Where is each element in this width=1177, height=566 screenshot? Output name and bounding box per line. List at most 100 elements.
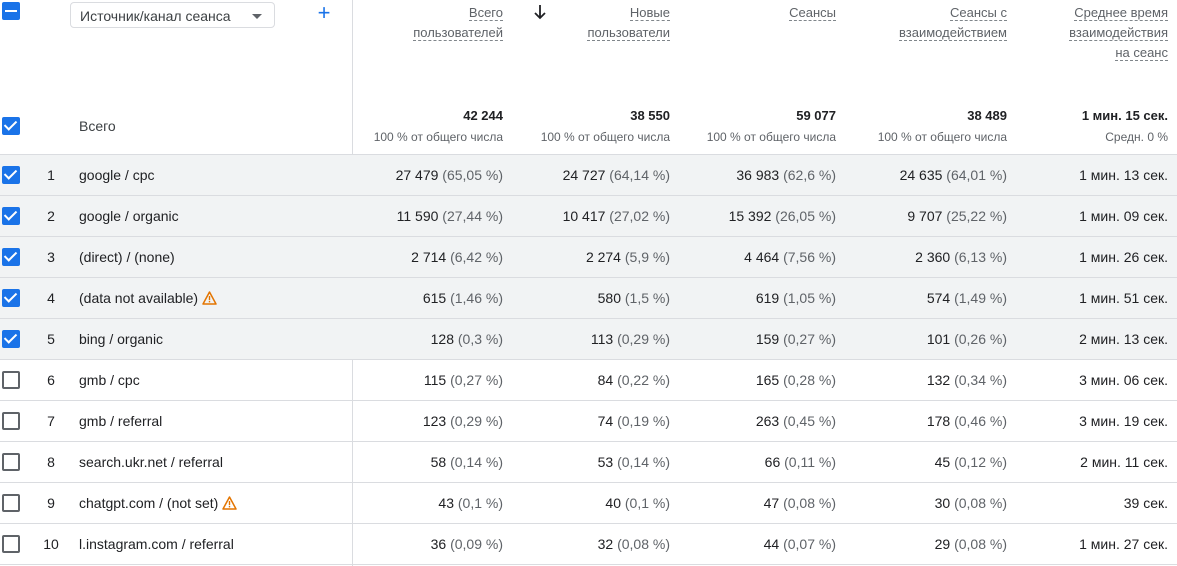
header-total-users[interactable]: Всего пользователей	[413, 3, 503, 43]
sort-descending-icon[interactable]	[532, 3, 548, 21]
metric-cell: 29 (0,08 %)	[935, 536, 1007, 552]
metric-value: 132	[926, 372, 951, 388]
metric-header-label: пользователи	[587, 25, 670, 41]
row-dimension-label: gmb / referral	[79, 413, 163, 429]
row-dimension: search.ukr.net / referral	[79, 454, 223, 470]
metric-value: 10 417	[562, 208, 606, 224]
metric-value: 36	[430, 536, 447, 552]
total-subtext: 100 % от общего числа	[540, 130, 670, 144]
row-dimension-label: gmb / cpc	[79, 372, 140, 388]
metric-percent: (1,49 %)	[954, 290, 1007, 306]
metric-value: 27 479	[395, 167, 439, 183]
row-index: 3	[47, 249, 55, 265]
row-checkbox[interactable]	[2, 535, 20, 553]
table-row[interactable]: 6 gmb / cpc 115 (0,27 %) 84 (0,22 %) 165 (0,…	[0, 360, 1177, 401]
row-checkbox[interactable]	[2, 453, 20, 471]
select-all-checkbox[interactable]	[2, 2, 20, 20]
metric-cell: 2 714 (6,42 %)	[411, 249, 503, 265]
metric-percent: (64,01 %)	[946, 167, 1007, 183]
metric-cell: 43 (0,1 %)	[438, 495, 503, 511]
metric-percent: (1,5 %)	[624, 290, 670, 306]
metric-cell: 263 (0,45 %)	[756, 413, 836, 429]
add-dimension-button[interactable]: +	[314, 1, 334, 25]
header-engaged-sessions[interactable]: Сеансы с взаимодействием	[899, 3, 1007, 43]
table-row[interactable]: 8 search.ukr.net / referral 58 (0,14 %) 53 …	[0, 442, 1177, 483]
table-row[interactable]: 4 (data not available) 615 (1,46 %) 580 (1,…	[0, 278, 1177, 319]
metric-value: 2 714	[411, 249, 447, 265]
metric-value: 159	[755, 331, 780, 347]
engagement-time-cell: 2 мин. 11 сек.	[1080, 454, 1168, 470]
row-dimension: gmb / cpc	[79, 372, 140, 388]
metric-header-label: на сеанс	[1115, 45, 1168, 61]
metric-percent: (1,46 %)	[450, 290, 503, 306]
metric-value: 9 707	[907, 208, 943, 224]
row-checkbox[interactable]	[2, 330, 20, 348]
metric-cell: 47 (0,08 %)	[764, 495, 836, 511]
row-checkbox[interactable]	[2, 248, 20, 266]
metric-percent: (0,46 %)	[954, 413, 1007, 429]
metric-percent: (0,29 %)	[450, 413, 503, 429]
metric-value: 30	[934, 495, 951, 511]
metric-header-label: Сеансы с	[950, 5, 1007, 21]
metric-percent: (0,12 %)	[954, 454, 1007, 470]
metric-cell: 44 (0,07 %)	[764, 536, 836, 552]
metric-value: 53	[597, 454, 614, 470]
row-dimension-label: bing / organic	[79, 331, 164, 347]
header-avg-engagement-time[interactable]: Среднее время взаимодействия на сеанс	[1069, 3, 1168, 63]
table-row[interactable]: 5 bing / organic 128 (0,3 %) 113 (0,29 %) 15…	[0, 319, 1177, 360]
metric-cell: 132 (0,34 %)	[927, 372, 1007, 388]
metric-percent: (65,05 %)	[442, 167, 503, 183]
metric-cell: 128 (0,3 %)	[431, 331, 503, 347]
row-checkbox[interactable]	[2, 289, 20, 307]
metric-value: 619	[755, 290, 780, 306]
row-checkbox[interactable]	[2, 371, 20, 389]
metric-value: 115	[423, 372, 447, 388]
table-row[interactable]: 1 google / cpc 27 479 (65,05 %) 24 727 (64,…	[0, 155, 1177, 196]
row-dimension-label: chatgpt.com / (not set)	[79, 495, 219, 511]
metric-cell: 40 (0,1 %)	[605, 495, 670, 511]
row-checkbox[interactable]	[2, 494, 20, 512]
metric-cell: 574 (1,49 %)	[927, 290, 1007, 306]
row-index: 4	[47, 290, 55, 306]
metric-value: 32	[597, 536, 614, 552]
metric-header-label: Среднее время	[1074, 5, 1168, 21]
metric-header-label: Новые	[629, 5, 670, 21]
warning-icon[interactable]	[222, 496, 238, 513]
dimension-select[interactable]: Источник/канал сеанса	[70, 2, 275, 28]
metric-percent: (0,08 %)	[954, 536, 1007, 552]
table-row[interactable]: 7 gmb / referral 123 (0,29 %) 74 (0,19 %) 26…	[0, 401, 1177, 442]
row-dimension-label: google / cpc	[79, 167, 155, 183]
metric-value: 40	[605, 495, 621, 511]
metric-value: 574	[926, 290, 951, 306]
warning-icon[interactable]	[202, 291, 217, 308]
metric-cell: 66 (0,11 %)	[765, 454, 836, 470]
row-checkbox[interactable]	[2, 166, 20, 184]
metric-cell: 619 (1,05 %)	[756, 290, 836, 306]
table-row[interactable]: 10 l.instagram.com / referral 36 (0,09 %) 3…	[0, 524, 1177, 565]
engagement-time-cell: 1 мин. 51 сек.	[1079, 290, 1168, 306]
row-checkbox[interactable]	[2, 412, 20, 430]
total-value: 42 244	[463, 108, 503, 123]
metric-percent: (0,29 %)	[617, 331, 670, 347]
row-index: 7	[47, 413, 55, 429]
metric-percent: (0,1 %)	[624, 495, 670, 511]
metric-cell: 74 (0,19 %)	[598, 413, 670, 429]
metric-cell: 123 (0,29 %)	[423, 413, 503, 429]
header-new-users[interactable]: Новые пользователи	[587, 3, 670, 43]
metric-header-label: взаимодействия	[1069, 25, 1168, 41]
row-index: 5	[47, 331, 55, 347]
totals-checkbox[interactable]	[2, 117, 20, 135]
metric-cell: 32 (0,08 %)	[598, 536, 670, 552]
metric-cell: 24 635 (64,01 %)	[900, 167, 1007, 183]
header-sessions[interactable]: Сеансы	[789, 3, 836, 23]
row-checkbox[interactable]	[2, 207, 20, 225]
metric-cell: 178 (0,46 %)	[927, 413, 1007, 429]
metric-value: 24 727	[562, 167, 606, 183]
table-row[interactable]: 3 (direct) / (none) 2 714 (6,42 %) 2 274 (5…	[0, 237, 1177, 278]
table-row[interactable]: 9 chatgpt.com / (not set) 43 (0,1 %) 40 (0,…	[0, 483, 1177, 524]
metric-header-label: Всего	[468, 5, 503, 21]
metric-percent: (0,1 %)	[457, 495, 503, 511]
table-row[interactable]: 2 google / organic 11 590 (27,44 %) 10 417 …	[0, 196, 1177, 237]
metric-cell: 159 (0,27 %)	[756, 331, 836, 347]
total-value: 1 мин. 15 сек.	[1081, 108, 1168, 123]
